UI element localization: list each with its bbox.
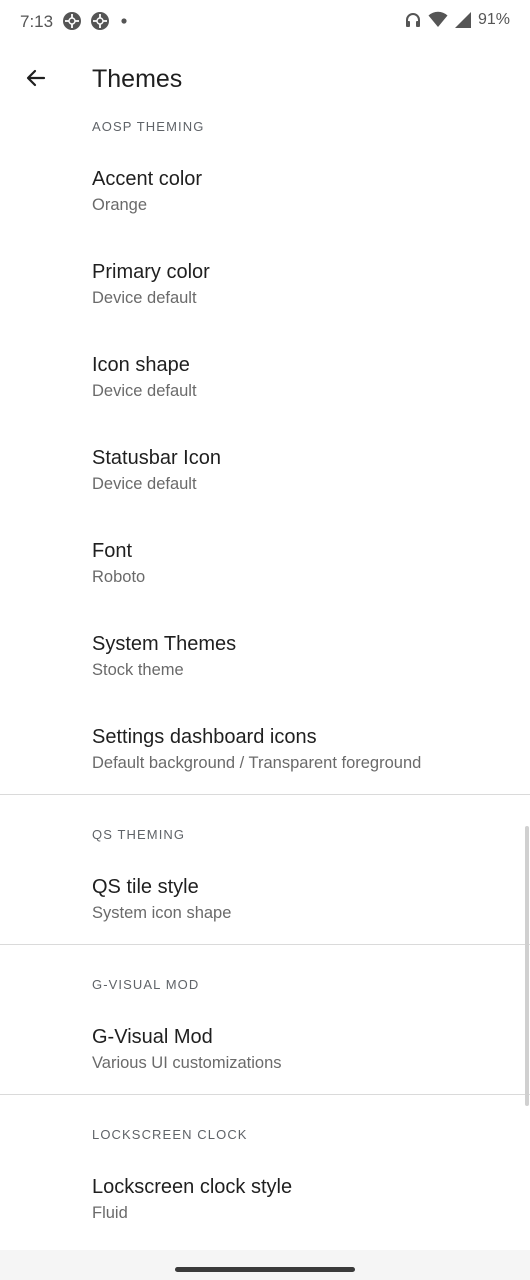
preferences-list: AOSP THEMING Accent color Orange Primary… [0, 108, 530, 1223]
pref-title: System Themes [92, 633, 237, 655]
scrollbar[interactable] [525, 826, 529, 1106]
soccer-ball-icon [90, 11, 110, 31]
pref-summary: Various UI customizations [92, 1054, 282, 1072]
cellular-signal-icon [454, 11, 472, 29]
pref-summary: Fluid [92, 1204, 128, 1222]
app-bar: Themes [0, 52, 530, 108]
more-notifications-dot-icon [118, 11, 130, 31]
pref-summary: Default background / Transparent foregro… [92, 754, 422, 772]
pref-summary: System icon shape [92, 904, 232, 922]
section-divider [0, 794, 530, 795]
pref-title: Settings dashboard icons [92, 726, 317, 748]
section-header-lockscreen-clock: LOCKSCREEN CLOCK [92, 1127, 248, 1142]
arrow-back-icon [24, 66, 48, 95]
pref-summary: Device default [92, 475, 197, 493]
pref-title: Lockscreen clock style [92, 1176, 293, 1198]
notification-icons [62, 11, 130, 31]
pref-g-visual-mod[interactable]: G-Visual Mod Various UI customizations [0, 1026, 530, 1073]
pref-primary-color[interactable]: Primary color Device default [0, 261, 530, 308]
wifi-icon [428, 11, 448, 29]
system-status-icons: 91% [404, 11, 510, 29]
gesture-navigation-handle[interactable] [175, 1267, 355, 1272]
section-header-g-visual-mod: G-VISUAL MOD [92, 977, 200, 992]
pref-icon-shape[interactable]: Icon shape Device default [0, 354, 530, 401]
pref-title: Statusbar Icon [92, 447, 221, 469]
pref-summary: Device default [92, 289, 197, 307]
navigation-bar [0, 1250, 530, 1280]
section-divider [0, 944, 530, 945]
pref-qs-tile-style[interactable]: QS tile style System icon shape [0, 876, 530, 923]
soccer-ball-icon [62, 11, 82, 31]
section-header-qs-theming: QS THEMING [92, 827, 186, 842]
status-bar: 7:13 91% [0, 0, 530, 44]
status-time: 7:13 [20, 12, 54, 31]
pref-settings-dashboard-icons[interactable]: Settings dashboard icons Default backgro… [0, 726, 530, 773]
pref-title: QS tile style [92, 876, 199, 898]
headphones-icon [404, 11, 422, 29]
pref-summary: Orange [92, 196, 148, 214]
section-header-aosp-theming: AOSP THEMING [92, 119, 205, 134]
page-title: Themes [92, 65, 183, 93]
pref-title: Accent color [92, 168, 203, 190]
pref-system-themes[interactable]: System Themes Stock theme [0, 633, 530, 680]
section-divider [0, 1094, 530, 1095]
pref-statusbar-icon[interactable]: Statusbar Icon Device default [0, 447, 530, 494]
pref-title: G-Visual Mod [92, 1026, 213, 1048]
pref-font[interactable]: Font Roboto [0, 540, 530, 587]
pref-title: Primary color [92, 261, 210, 283]
pref-summary: Roboto [92, 568, 146, 586]
battery-percentage: 91% [477, 11, 510, 28]
back-button[interactable] [18, 62, 54, 98]
pref-lockscreen-clock-style[interactable]: Lockscreen clock style Fluid [0, 1176, 530, 1223]
pref-title: Font [92, 540, 133, 562]
pref-accent-color[interactable]: Accent color Orange [0, 168, 530, 215]
pref-title: Icon shape [92, 354, 190, 376]
pref-summary: Device default [92, 382, 197, 400]
pref-summary: Stock theme [92, 661, 184, 679]
